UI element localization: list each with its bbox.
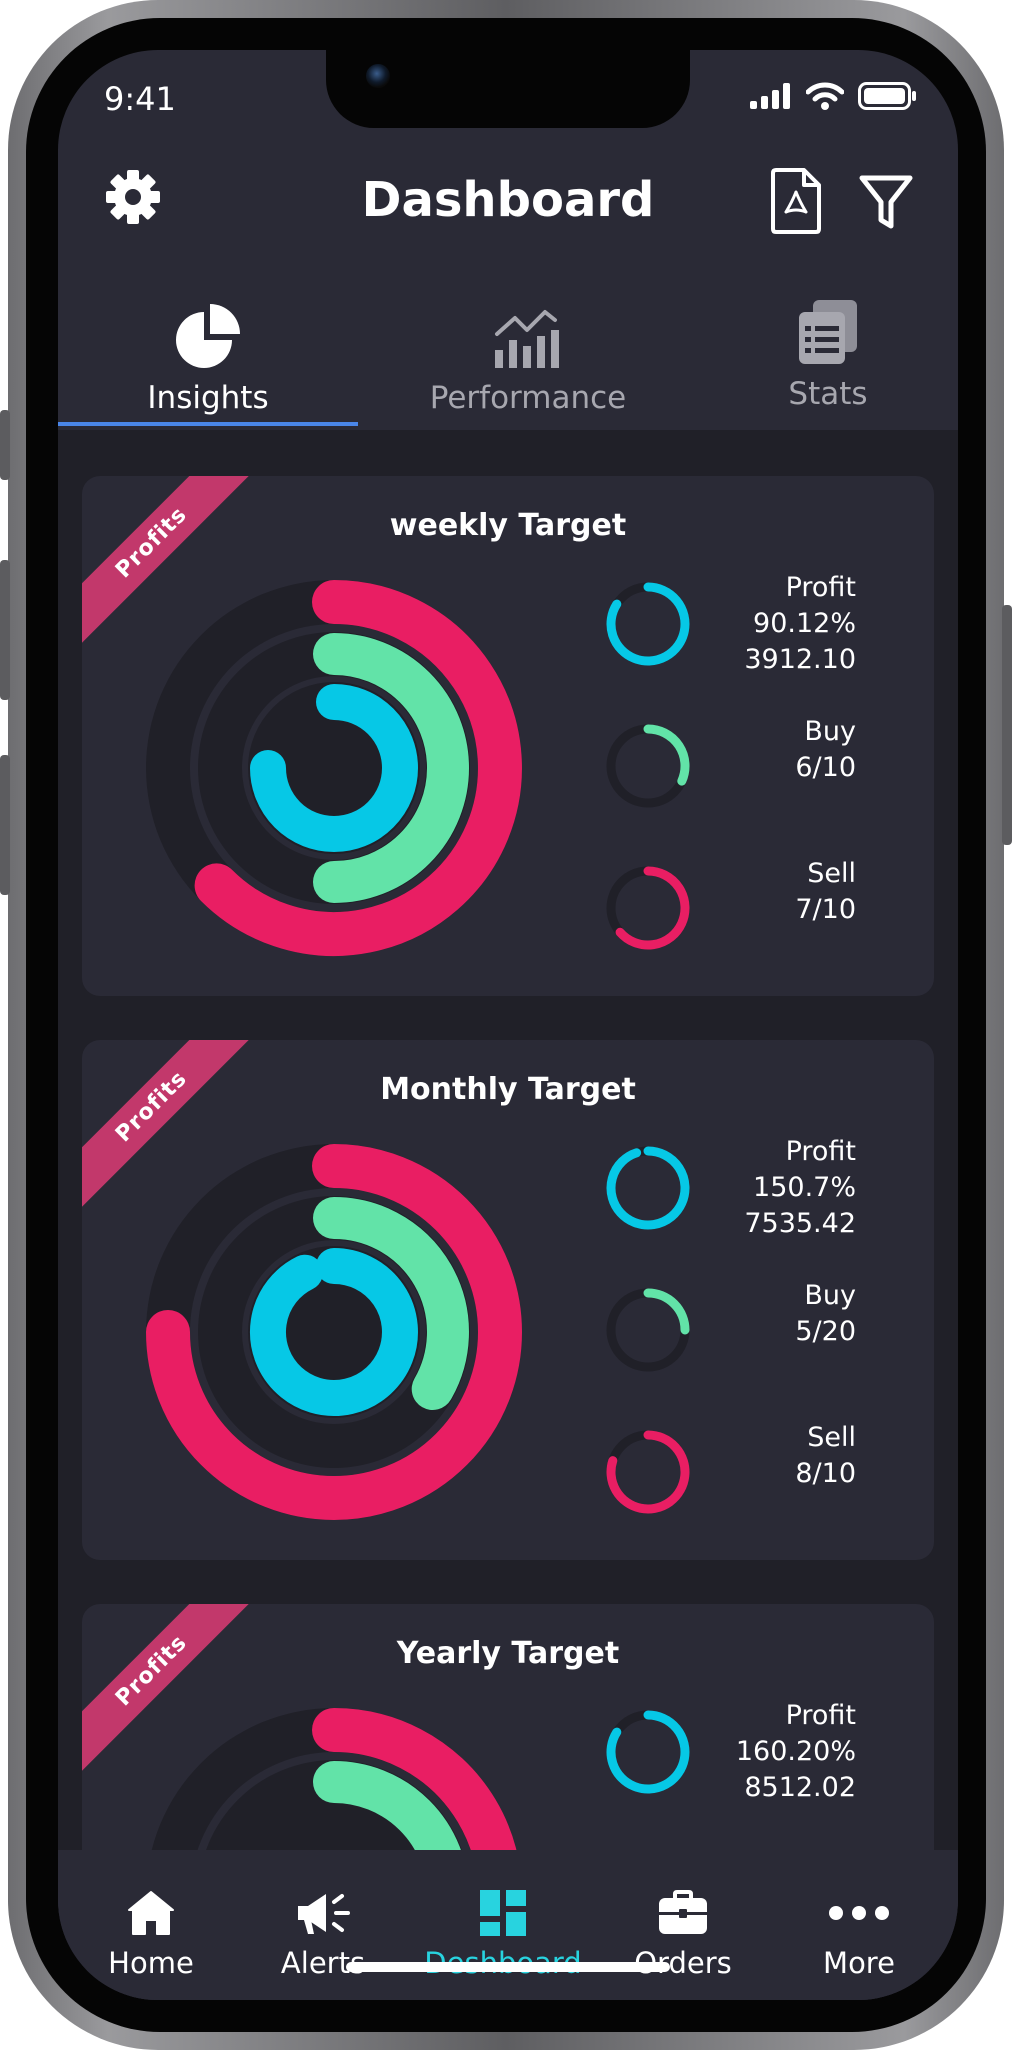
sell-label: Sell [807, 1422, 856, 1453]
briefcase-icon [659, 1890, 707, 1934]
dashboard-icon [480, 1890, 526, 1936]
home-indicator[interactable] [346, 1962, 670, 1972]
more-icon [829, 1906, 889, 1920]
monthly-target-card[interactable]: Profits Monthly Target Profit 150.7% 753… [82, 1040, 934, 1560]
tab-insights-label: Insights [147, 380, 269, 416]
profit-mini-ring [606, 1710, 690, 1794]
volume-up-button [0, 560, 10, 700]
sell-value: 7/10 [795, 894, 856, 925]
sell-mini-ring [606, 866, 690, 950]
profit-percent: 90.12% [753, 608, 856, 639]
tab-stats-label: Stats [788, 376, 868, 412]
tab-stats[interactable]: Stats [698, 280, 958, 426]
profit-percent: 160.20% [735, 1736, 856, 1767]
status-time: 9:41 [104, 80, 176, 118]
profit-label: Profit [785, 1136, 856, 1167]
active-tab-indicator [58, 422, 358, 426]
tab-insights[interactable]: Insights [58, 280, 358, 426]
tab-performance[interactable]: Performance [358, 280, 698, 426]
buy-value: 5/20 [795, 1316, 856, 1347]
target-rings [146, 580, 522, 956]
profit-label: Profit [785, 1700, 856, 1731]
buy-label: Buy [804, 716, 856, 747]
home-icon [128, 1891, 174, 1935]
bar-trend-icon [495, 310, 559, 368]
cards-list[interactable]: Profits weekly Target Profit 90.12% 3912… [58, 430, 958, 2000]
profit-mini-ring [606, 1146, 690, 1230]
profit-percent: 150.7% [753, 1172, 856, 1203]
power-button [1002, 605, 1012, 845]
profit-value: 3912.10 [744, 644, 856, 675]
profit-value: 8512.02 [744, 1772, 856, 1803]
sell-mini-ring [606, 1430, 690, 1514]
mute-switch [0, 410, 10, 480]
nav-home-label: Home [108, 1946, 194, 1980]
wifi-icon [806, 82, 844, 110]
buy-stat: Buy 5/20 [795, 1278, 856, 1350]
megaphone-icon [298, 1894, 350, 1934]
sell-label: Sell [807, 858, 856, 889]
card-title: weekly Target [389, 508, 627, 543]
card-title: Monthly Target [380, 1072, 636, 1107]
status-icons [750, 82, 916, 110]
sell-value: 8/10 [795, 1458, 856, 1489]
profit-stat: Profit 150.7% 7535.42 [744, 1134, 856, 1242]
sell-stat: Sell 7/10 [795, 856, 856, 928]
battery-icon [858, 82, 916, 110]
bottom-nav: Home Alerts Deshboard [58, 1850, 958, 2000]
tab-bar: Insights Performance Stats [58, 280, 958, 426]
card-title: Yearly Target [396, 1636, 620, 1671]
front-camera [366, 64, 390, 88]
page-title: Dashboard [361, 172, 655, 228]
sell-stat: Sell 8/10 [795, 1420, 856, 1492]
pdf-export-icon[interactable] [770, 168, 822, 234]
nav-home[interactable]: Home [66, 1890, 236, 1980]
profit-mini-ring [606, 582, 690, 666]
filter-icon[interactable] [858, 174, 914, 230]
buy-mini-ring [606, 724, 690, 808]
profit-stat: Profit 90.12% 3912.10 [744, 570, 856, 678]
volume-down-button [0, 755, 10, 895]
buy-stat: Buy 6/10 [795, 714, 856, 786]
signal-icon [750, 83, 790, 109]
clipboard-list-icon [799, 300, 857, 364]
target-rings [146, 1144, 522, 1520]
nav-more[interactable]: More [774, 1890, 944, 1980]
weekly-target-card[interactable]: Profits weekly Target Profit 90.12% 3912… [82, 476, 934, 996]
buy-mini-ring [606, 1288, 690, 1372]
profit-stat: Profit 160.20% 8512.02 [736, 1698, 856, 1806]
buy-value: 6/10 [795, 752, 856, 783]
app-screen: 9:41 Dashboard Insights Performance Stat… [58, 50, 958, 2000]
nav-more-label: More [823, 1946, 895, 1980]
profit-value: 7535.42 [744, 1208, 856, 1239]
buy-label: Buy [804, 1280, 856, 1311]
profit-label: Profit [785, 572, 856, 603]
tab-performance-label: Performance [429, 380, 627, 416]
notch [326, 50, 690, 128]
pie-chart-icon [176, 304, 240, 368]
